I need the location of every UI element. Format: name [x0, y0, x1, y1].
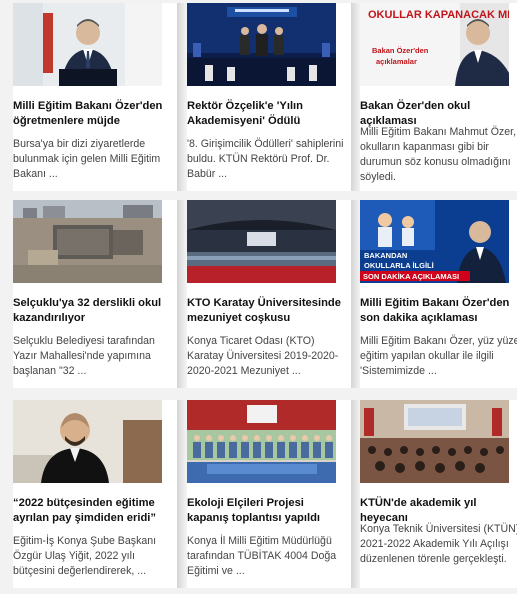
news-title[interactable]: Milli Eğitim Bakanı Özer'den öğretmenler… — [13, 99, 173, 129]
minister-podium-photo — [13, 3, 162, 86]
news-summary: Bursa'ya bir dizi ziyaretlerde bulunmak … — [13, 138, 161, 180]
son-dakika-graphic: BAKANDAN OKULLARLA İLGİLİ SON DAKİKA AÇI… — [360, 200, 509, 283]
news-thumbnail[interactable]: BAKANDAN OKULLARLA İLGİLİ SON DAKİKA AÇI… — [360, 200, 509, 283]
award-ceremony-stage-photo — [187, 3, 336, 86]
news-summary: Selçuklu Belediyesi tarafından Yazır Mah… — [13, 335, 155, 377]
news-summary: Milli Eğitim Bakanı Mahmut Özer, okullar… — [360, 126, 517, 183]
news-thumbnail[interactable] — [13, 400, 162, 483]
news-title[interactable]: KTO Karatay Üniversitesinde mezuniyet co… — [187, 296, 347, 326]
news-title[interactable]: Ekoloji Elçileri Projesi kapanış toplant… — [187, 496, 347, 526]
news-title[interactable]: Selçuklu'ya 32 derslikli okul kazandırıl… — [13, 296, 173, 326]
graduation-stadium-photo — [187, 200, 336, 283]
graphic-subline-2: açıklamalar — [376, 57, 417, 66]
news-card[interactable]: Ekoloji Elçileri Projesi kapanış toplant… — [187, 400, 360, 588]
news-card[interactable]: KTO Karatay Üniversitesinde mezuniyet co… — [187, 200, 360, 388]
news-thumbnail[interactable] — [187, 3, 336, 86]
news-summary: Konya İl Milli Eğitim Müdürlüğü tarafınd… — [187, 535, 337, 577]
ecology-project-group-photo — [187, 400, 336, 483]
news-title[interactable]: “2022 bütçesinden eğitime ayrılan pay şi… — [13, 496, 173, 526]
news-card[interactable]: BAKANDAN OKULLARLA İLGİLİ SON DAKİKA AÇI… — [360, 200, 517, 388]
news-grid: Milli Eğitim Bakanı Özer'den öğretmenler… — [0, 0, 517, 594]
news-thumbnail[interactable] — [13, 3, 162, 86]
news-card[interactable]: Selçuklu'ya 32 derslikli okul kazandırıl… — [13, 200, 186, 388]
graphic-line-1: BAKANDAN — [364, 251, 407, 260]
graphic-headline: OKULLAR KAPANACAK MI? — [368, 9, 509, 21]
news-summary: Milli Eğitim Bakanı Özer, yüz yüze eğiti… — [360, 335, 517, 377]
news-card[interactable]: “2022 bütçesinden eğitime ayrılan pay şi… — [13, 400, 186, 588]
news-title[interactable]: Rektör Özçelik'e 'Yılın Akademisyeni' Öd… — [187, 99, 347, 129]
academic-year-auditorium-photo — [360, 400, 509, 483]
okullar-kapanacak-mi-graphic: OKULLAR KAPANACAK MI? Bakan Özer'den açı… — [360, 3, 509, 86]
news-card[interactable]: OKULLAR KAPANACAK MI? Bakan Özer'den açı… — [360, 3, 517, 191]
news-thumbnail[interactable] — [187, 200, 336, 283]
news-card[interactable]: Rektör Özçelik'e 'Yılın Akademisyeni' Öd… — [187, 3, 360, 191]
graphic-line-3: SON DAKİKA AÇIKLAMASI — [363, 272, 459, 281]
union-president-portrait-photo — [13, 400, 162, 483]
graphic-subline-1: Bakan Özer'den — [372, 46, 429, 55]
news-summary: '8. Girişimcilik Ödülleri' sahiplerini b… — [187, 138, 344, 180]
school-construction-aerial-photo — [13, 200, 162, 283]
graphic-line-2: OKULLARLA İLGİLİ — [364, 261, 434, 270]
news-summary: Konya Ticaret Odası (KTO) Karatay Üniver… — [187, 335, 339, 377]
news-thumbnail[interactable]: OKULLAR KAPANACAK MI? Bakan Özer'den açı… — [360, 3, 509, 86]
news-thumbnail[interactable] — [13, 200, 162, 283]
news-thumbnail[interactable] — [360, 400, 509, 483]
news-summary: Eğitim-İş Konya Şube Başkanı Özgür Ulaş … — [13, 535, 157, 577]
news-card[interactable]: KTÜN'de akademik yıl heyecanı Konya Tekn… — [360, 400, 517, 588]
news-card[interactable]: Milli Eğitim Bakanı Özer'den öğretmenler… — [13, 3, 186, 191]
news-summary: Konya Teknik Üniversitesi (KTÜN) 2021-20… — [360, 523, 517, 565]
news-thumbnail[interactable] — [187, 400, 336, 483]
news-title[interactable]: Milli Eğitim Bakanı Özer'den son dakika … — [360, 296, 517, 326]
